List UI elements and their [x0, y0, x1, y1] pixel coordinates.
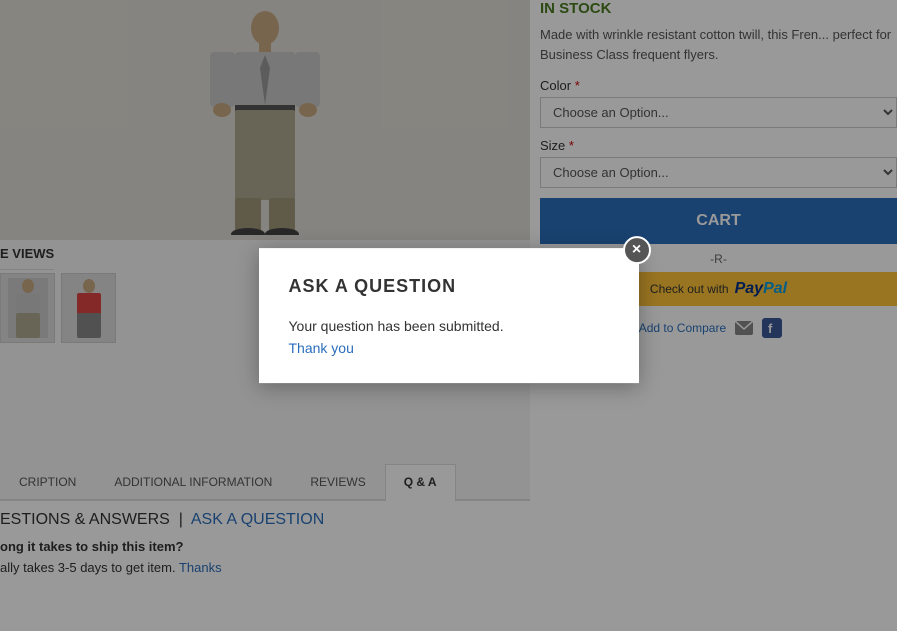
page-wrapper: E VIEWS [0, 0, 897, 631]
modal-message: Your question has been submitted. Thank … [289, 315, 609, 360]
modal-thank-you: Thank you [289, 340, 354, 356]
modal-close-button[interactable]: × [623, 236, 651, 264]
ask-question-modal: × ASK A QUESTION Your question has been … [259, 248, 639, 384]
modal-title: ASK A QUESTION [289, 276, 609, 297]
